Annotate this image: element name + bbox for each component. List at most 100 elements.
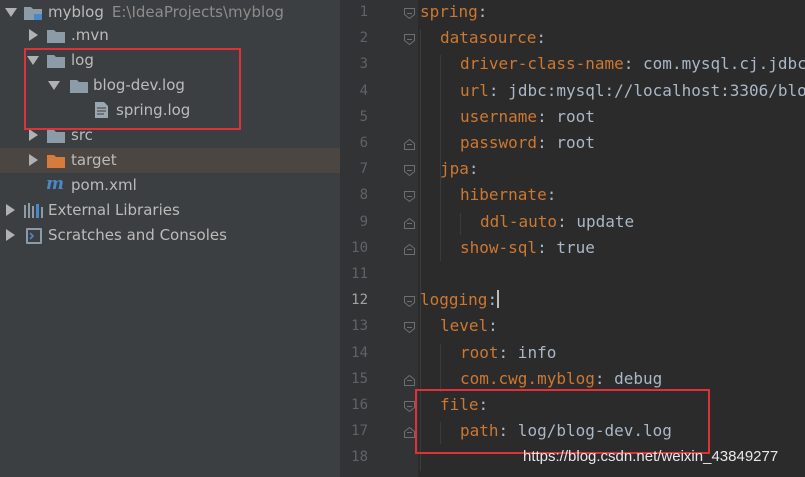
fold-close-icon[interactable] [404,374,415,386]
line-number: 6 [359,135,368,151]
yaml-separator: : [478,395,489,414]
folder-icon [47,130,65,143]
yaml-key: password [460,133,538,152]
code-line[interactable]: logging: [420,290,500,310]
fold-open-icon[interactable] [404,34,415,46]
expand-arrow-icon[interactable] [47,78,61,92]
code-line[interactable]: show-sql: true [460,238,595,257]
code-line[interactable]: hibernate: [460,185,556,204]
tree-item-label: .mvn [71,26,109,44]
line-number: 12 [351,292,368,309]
line-number: 7 [359,161,368,178]
yaml-value: update [566,211,635,231]
yaml-separator: : [498,342,509,362]
code-line[interactable]: password: root [460,133,595,152]
code-line[interactable]: com.cwg.myblog: debug [460,369,662,388]
expand-arrow-icon[interactable] [3,203,17,217]
line-number: 3 [359,56,368,73]
library-icon [24,203,43,218]
fold-close-icon[interactable] [404,139,415,150]
tree-item-spring-log[interactable]: spring.log [0,98,340,123]
fold-close-icon[interactable] [404,427,415,439]
expand-arrow-icon[interactable] [26,53,40,67]
tree-item-target[interactable]: target [0,148,340,173]
tree-item-label: target [71,151,117,169]
tree-item-blog-dev-log[interactable]: blog-dev.log [0,73,340,98]
line-number: 5 [359,108,368,125]
tree-item-label: log [71,51,94,69]
yaml-editor[interactable]: 1 spring: 2 datasource: 3 driver-class-name: … [340,0,805,477]
fold-open-icon[interactable] [404,296,415,308]
tree-item-pom-xml[interactable]: m pom.xml [0,173,340,198]
expand-arrow-icon[interactable] [4,5,18,19]
yaml-separator: : [468,159,479,179]
yaml-key: username [460,106,538,126]
folder-icon [70,80,88,93]
yaml-value: com.mysql.cj.jdbc.Driver [643,54,805,74]
yaml-separator: : [498,421,509,441]
code-line[interactable]: path: log/blog-dev.log [460,421,672,440]
yaml-separator: : [623,54,634,74]
tree-item-label: blog-dev.log [93,76,185,94]
line-number: 11 [351,266,368,282]
line-number: 9 [359,213,368,230]
expand-arrow-icon[interactable] [26,128,40,142]
expand-arrow-icon[interactable] [26,153,40,167]
code-line[interactable]: spring: [420,2,487,21]
code-line[interactable]: datasource: [440,28,546,47]
indent-guide [440,55,441,261]
tree-item-external-libraries[interactable]: External Libraries [0,198,340,223]
code-line[interactable]: username: root [460,107,595,126]
yaml-key: datasource [440,28,537,48]
tree-item-scratches[interactable]: Scratches and Consoles [0,223,340,248]
yaml-key: spring [420,2,478,21]
yaml-separator: : [536,28,546,48]
tree-item-label: Scratches and Consoles [48,226,227,244]
yaml-key: path [460,421,499,441]
yaml-value: root [546,133,595,152]
yaml-separator: : [488,80,499,100]
code-line[interactable]: file: [440,395,488,414]
yaml-key: root [460,342,499,362]
fold-open-icon[interactable] [404,8,415,19]
fold-close-icon[interactable] [404,243,415,255]
tree-item-src[interactable]: src [0,123,340,148]
yaml-separator: : [557,211,567,231]
code-line[interactable]: driver-class-name: com.mysql.cj.jdbc.Dri… [460,54,805,73]
fold-open-icon[interactable] [404,322,415,334]
line-number: 15 [351,370,368,387]
yaml-value: true [546,237,595,257]
tree-item-log[interactable]: log [0,48,340,73]
code-line[interactable]: url: jdbc:mysql://localhost:3306/blog [460,81,805,100]
code-line[interactable]: level: [440,316,498,335]
tree-item-myblog[interactable]: myblog E:\IdeaProjects\myblog [0,0,340,25]
code-line[interactable]: root: info [460,343,556,362]
yaml-key: driver-class-name [460,54,624,74]
code-line[interactable]: jpa: [440,159,479,178]
code-line[interactable]: ddl-auto: update [480,212,634,231]
fold-close-icon[interactable] [404,217,415,229]
yaml-key: jpa [440,159,469,179]
line-number: 14 [351,344,368,361]
fold-open-icon[interactable] [404,191,415,203]
yaml-key: url [460,80,489,100]
line-number: 10 [351,239,368,256]
yaml-separator: : [537,106,547,126]
project-path: E:\IdeaProjects\myblog [111,3,284,21]
fold-open-icon[interactable] [404,165,415,177]
yaml-key: logging [420,290,488,310]
yaml-key: ddl-auto [480,211,558,231]
yaml-value: debug [604,368,663,388]
tree-item-label: pom.xml [71,176,137,194]
expand-arrow-icon[interactable] [3,228,17,242]
yaml-key: level [440,316,489,336]
yaml-separator: : [477,2,488,21]
project-name: myblog [48,3,104,21]
line-number: 2 [359,30,368,47]
yaml-separator: : [487,290,498,310]
tree-item-mvn[interactable]: .mvn [0,23,340,48]
yaml-value: info [508,342,557,362]
expand-arrow-icon[interactable] [26,28,40,42]
fold-open-icon[interactable] [404,401,415,412]
tree-item-label: External Libraries [48,201,180,219]
